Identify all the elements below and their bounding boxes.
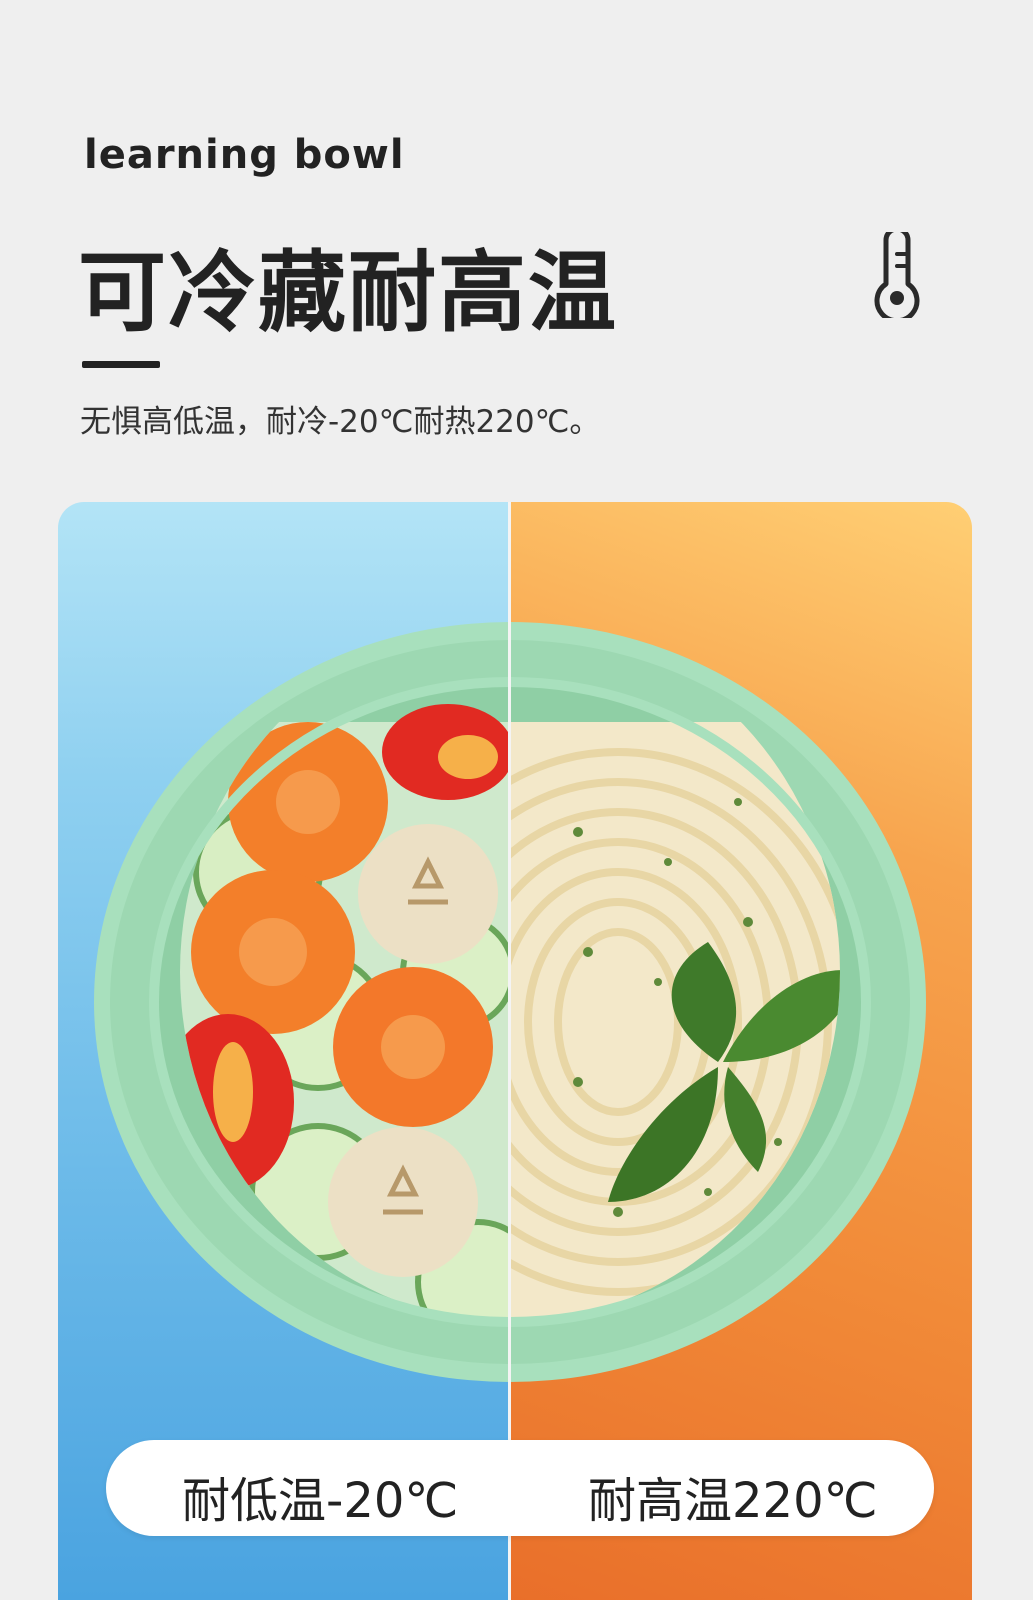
eyebrow-text: learning bowl [84, 132, 405, 178]
heat-resistance-label: 耐高温220℃ [588, 1473, 878, 1529]
cold-resistance-label: 耐低温-20℃ [182, 1473, 459, 1529]
thermometer-icon [874, 232, 920, 318]
panel-divider [508, 502, 511, 1600]
temperature-comparison-panel [58, 502, 972, 1600]
page-subtitle: 无惧高低温，耐冷-20℃耐热220℃。 [80, 404, 601, 440]
title-underline [82, 361, 160, 368]
bowl-illustration [94, 622, 926, 1382]
page-title: 可冷藏耐高温 [78, 241, 619, 344]
